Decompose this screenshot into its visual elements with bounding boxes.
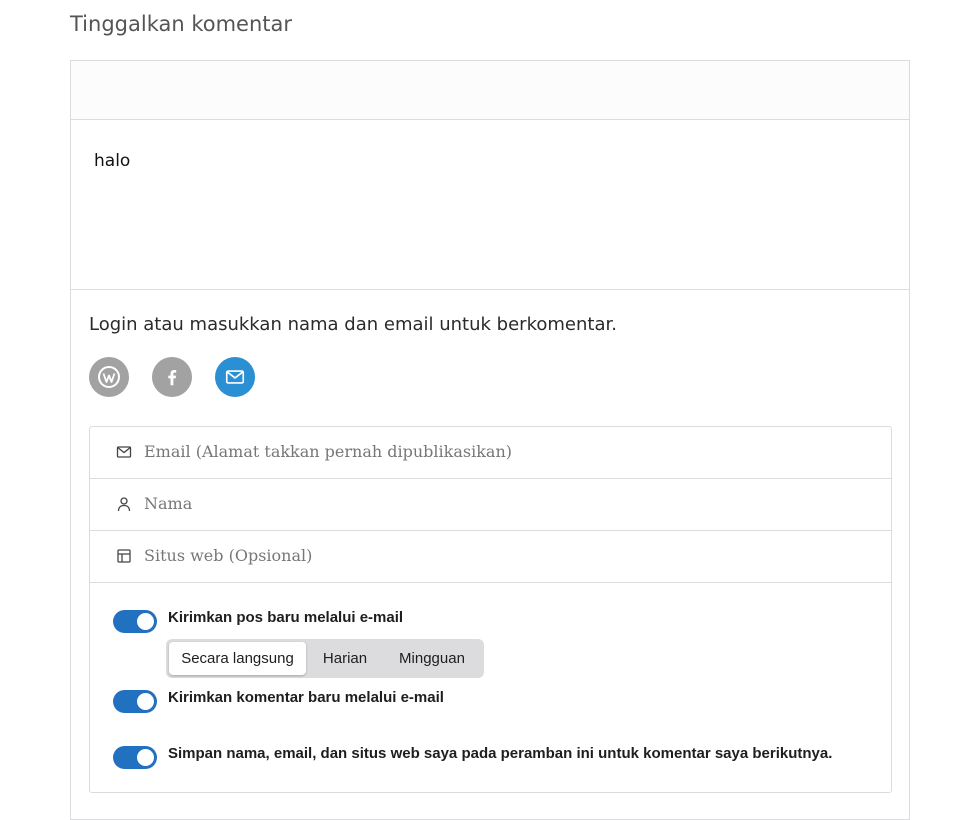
mail-icon [225,370,245,384]
save-info-toggle[interactable] [113,746,157,769]
login-prompt: Login atau masukkan nama dan email untuk… [89,314,617,335]
frequency-option-daily[interactable]: Harian [308,642,382,675]
name-placeholder: Nama [144,494,193,513]
email-placeholder: Email (Alamat takkan pernah dipublikasik… [144,442,512,461]
comment-textarea[interactable]: halo [71,120,909,290]
guest-info-form: Email (Alamat takkan pernah dipublikasik… [89,426,892,793]
wordpress-icon [98,366,120,388]
subscribe-posts-label: Kirimkan pos baru melalui e-mail [168,609,404,626]
envelope-icon [116,446,132,458]
facebook-icon [168,370,177,386]
wordpress-login-button[interactable] [89,357,129,397]
comment-heading: Tinggalkan komentar [70,12,293,36]
website-field[interactable]: Situs web (Opsional) [90,531,891,583]
subscribe-comments-toggle[interactable] [113,690,157,713]
email-login-button[interactable] [215,357,255,397]
subscribe-posts-toggle[interactable] [113,610,157,633]
editor-toolbar-area [71,61,909,120]
website-placeholder: Situs web (Opsional) [144,546,313,565]
save-info-label: Simpan nama, email, dan situs web saya p… [168,745,833,762]
frequency-selector: Secara langsung Harian Mingguan [166,639,484,678]
subscribe-comments-label: Kirimkan komentar baru melalui e-mail [168,689,444,706]
website-icon [117,549,131,563]
comment-form-panel: halo Login atau masukkan nama dan email … [70,60,910,820]
frequency-option-immediately[interactable]: Secara langsung [169,642,306,675]
user-icon [117,497,131,512]
email-field[interactable]: Email (Alamat takkan pernah dipublikasik… [90,427,891,479]
facebook-login-button[interactable] [152,357,192,397]
name-field[interactable]: Nama [90,479,891,531]
comment-text: halo [94,151,131,171]
frequency-option-weekly[interactable]: Mingguan [384,642,480,675]
